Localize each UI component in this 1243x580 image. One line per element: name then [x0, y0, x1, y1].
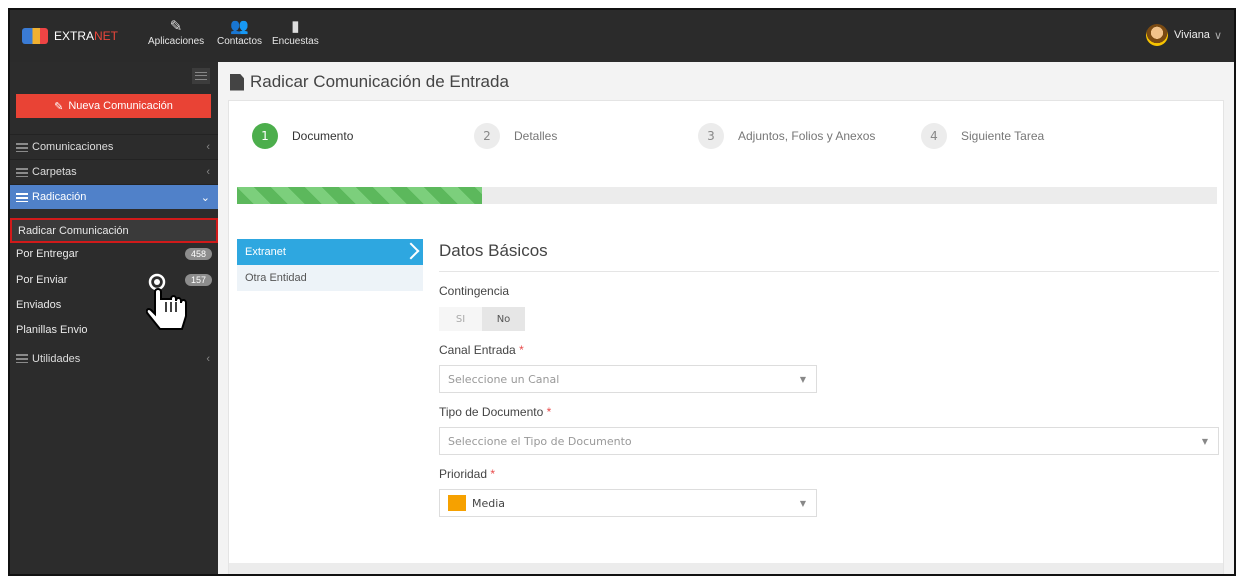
list-icon [16, 167, 28, 177]
step-number: 1 [252, 123, 278, 149]
step-label: Siguiente Tarea [961, 129, 1045, 143]
entity-tabs: Extranet Otra Entidad [237, 239, 423, 291]
list-icon [16, 192, 28, 202]
list-icon [16, 354, 28, 363]
brand-text-a: EXTRA [54, 29, 95, 43]
nav-aplicaciones[interactable]: ✎ Aplicaciones [148, 16, 204, 47]
step-label: Documento [292, 129, 354, 143]
tab-otra-entidad[interactable]: Otra Entidad [237, 265, 423, 291]
sidebar-item-carpetas[interactable]: Carpetas ‹ [10, 159, 218, 184]
required-marker: * [546, 405, 552, 419]
step-number: 2 [474, 123, 500, 149]
new-communication-button[interactable]: ✎ Nueva Comunicación [16, 94, 211, 118]
contingencia-no-option[interactable]: No [482, 307, 525, 331]
sidebar-sub-label: Planillas Envio [16, 323, 88, 336]
tipo-label-text: Tipo de Documento [439, 405, 544, 419]
sidebar-item-comunicaciones[interactable]: Comunicaciones ‹ [10, 134, 218, 159]
progress-fill [237, 187, 482, 204]
nav-label: Aplicaciones [148, 36, 205, 47]
top-navbar: EXTRA NET ✎ Aplicaciones 👥 Contactos ▮ En… [10, 10, 1234, 62]
contingencia-si-option[interactable]: SI [439, 307, 482, 331]
tab-label: Otra Entidad [245, 272, 307, 284]
chevron-left-icon: ‹ [206, 352, 210, 365]
page-title: Radicar Comunicación de Entrada [230, 72, 509, 92]
card-footer [229, 563, 1223, 574]
sidebar-item-label: Radicación [32, 191, 87, 203]
required-marker: * [490, 467, 496, 481]
sidebar-sub-por-entregar[interactable]: Por Entregar 458 [10, 241, 218, 266]
sidebar-item-label: Utilidades [32, 352, 81, 365]
step-detalles[interactable]: 2 Detalles [474, 123, 557, 149]
document-icon: ▮ [291, 18, 300, 35]
prioridad-value: Media [472, 496, 506, 510]
sidebar-sub-label: Por Entregar [16, 247, 79, 260]
chevron-down-icon: ⌄ [200, 191, 210, 204]
tab-extranet[interactable]: Extranet [237, 239, 423, 265]
canal-label: Canal Entrada * [439, 343, 1219, 357]
step-number: 4 [921, 123, 947, 149]
list-icon [16, 142, 28, 152]
pencil-icon: ✎ [54, 100, 64, 113]
required-marker: * [519, 343, 524, 357]
prioridad-label-text: Prioridad [439, 467, 488, 481]
caret-down-icon: ▼ [799, 374, 806, 384]
page-title-text: Radicar Comunicación de Entrada [250, 72, 509, 91]
people-icon: 👥 [230, 18, 249, 35]
section-title: Datos Básicos [439, 241, 1219, 272]
user-name: Viviana [1174, 29, 1210, 41]
user-menu[interactable]: Viviana ∨ [1146, 24, 1222, 46]
step-number: 3 [698, 123, 724, 149]
sidebar: ✎ Nueva Comunicación Comunicaciones ‹ Ca… [10, 62, 218, 574]
prioridad-label: Prioridad * [439, 467, 1219, 481]
prioridad-select[interactable]: Media ▼ [439, 489, 817, 517]
chevron-left-icon: ‹ [206, 166, 210, 178]
sidebar-item-utilidades[interactable]: Utilidades ‹ [10, 346, 218, 371]
step-adjuntos[interactable]: 3 Adjuntos, Folios y Anexos [698, 123, 875, 149]
wizard-progress-bar [237, 187, 1217, 204]
canal-placeholder: Seleccione un Canal [448, 372, 560, 386]
caret-down-icon: ▼ [1201, 436, 1208, 446]
step-label: Detalles [514, 129, 558, 143]
sidebar-sub-label: Por Enviar [16, 273, 68, 286]
app-window: EXTRA NET ✎ Aplicaciones 👥 Contactos ▮ En… [8, 8, 1236, 576]
avatar [1146, 24, 1169, 46]
nav-contactos[interactable]: 👥 Contactos [217, 16, 262, 47]
nav-label: Contactos [217, 36, 263, 47]
sidebar-sub-label: Enviados [16, 298, 62, 311]
hand-pointer-cursor-icon [146, 273, 187, 330]
tab-label: Extranet [245, 246, 286, 258]
wizard-card: 1 Documento 2 Detalles 3 Adjuntos, Folio… [228, 100, 1224, 574]
pencil-icon: ✎ [169, 18, 183, 35]
sidebar-item-label: Comunicaciones [32, 141, 114, 153]
nav-label: Encuestas [272, 36, 319, 47]
datos-basicos-form: Datos Básicos Contingencia SI No Canal E… [439, 241, 1219, 517]
contingencia-label: Contingencia [439, 284, 510, 298]
tipo-label: Tipo de Documento * [439, 405, 1219, 419]
chevron-left-icon: ‹ [206, 141, 210, 153]
main-content: Radicar Comunicación de Entrada 1 Docume… [218, 62, 1234, 574]
tipo-placeholder: Seleccione el Tipo de Documento [448, 434, 632, 448]
sidebar-sub-label: Radicar Comunicación [18, 224, 129, 237]
step-documento[interactable]: 1 Documento [252, 123, 353, 149]
canal-select[interactable]: Seleccione un Canal ▼ [439, 365, 817, 393]
brand-logo[interactable]: EXTRA NET [22, 28, 118, 44]
caret-down-icon: ▼ [799, 498, 806, 508]
document-icon [230, 73, 244, 91]
sidebar-item-radicacion[interactable]: Radicación ⌄ [10, 184, 218, 209]
sidebar-sub-radicar-comunicacion[interactable]: Radicar Comunicación [10, 218, 218, 243]
count-badge: 458 [184, 247, 212, 260]
step-label: Adjuntos, Folios y Anexos [738, 129, 876, 143]
tipo-documento-select[interactable]: Seleccione el Tipo de Documento ▼ [439, 427, 1219, 455]
canal-label-text: Canal Entrada [439, 343, 516, 357]
brand-text-b: NET [94, 29, 119, 43]
sidebar-item-label: Carpetas [32, 166, 77, 178]
contingencia-toggle: SI No [439, 307, 1219, 331]
nav-encuestas[interactable]: ▮ Encuestas [272, 16, 319, 47]
new-communication-label: Nueva Comunicación [68, 100, 173, 112]
menu-toggle-icon[interactable] [192, 68, 210, 84]
extranet-logo-icon [22, 28, 48, 44]
step-siguiente-tarea[interactable]: 4 Siguiente Tarea [921, 123, 1044, 149]
chevron-down-icon: ∨ [1213, 29, 1222, 42]
priority-color-swatch [448, 495, 466, 511]
